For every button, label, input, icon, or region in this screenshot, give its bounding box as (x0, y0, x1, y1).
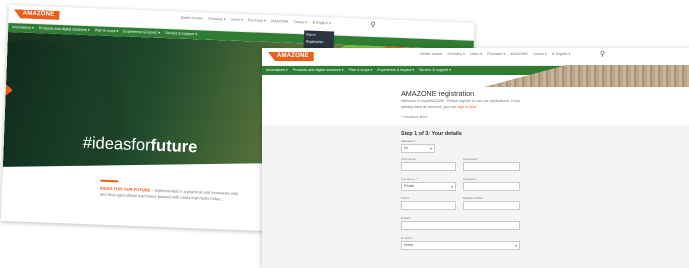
salutation-select[interactable]: Mr. (401, 144, 435, 153)
nav-item-innovations[interactable]: Innovations ▾ (12, 25, 34, 30)
intro-text: Welcome to myAMAZONE. Please register to… (401, 99, 541, 110)
top-link-language[interactable]: ⊕ English ▾ (312, 21, 331, 26)
step-title: Step 1 of 3: Your details (401, 131, 462, 137)
top-link-dealer[interactable]: Dealer locator (420, 52, 442, 56)
first-name-label: First name* (401, 157, 417, 161)
amazone-logo[interactable]: AMAZONE (268, 52, 314, 61)
intro-text-block: IDEAS FOR OUR FUTURE – implemented in a … (100, 179, 239, 203)
top-links: Dealer locator Germany ▾ Users ▾ Purchase ▾… (420, 52, 575, 56)
intro-line-1: Welcome to myAMAZONE. Please register to… (401, 99, 521, 103)
nav-item-plan-crops[interactable]: Plan & crops ▾ (95, 28, 119, 33)
top-link-country[interactable]: Germany ▾ (447, 52, 465, 56)
company-field[interactable] (463, 182, 520, 191)
nav-item-service[interactable]: Service & support ▾ (419, 68, 451, 72)
top-link-career[interactable]: Career ▾ (533, 52, 547, 56)
nav-item-products[interactable]: Products and digital solutions ▾ (39, 26, 90, 32)
search-icon[interactable]: ⚲ (600, 51, 607, 58)
search-icon[interactable]: ⚲ (370, 22, 377, 29)
top-link-users[interactable]: Users ▾ (230, 18, 242, 22)
mandatory-note: * mandatory fields (401, 115, 428, 119)
top-link-dealer[interactable]: Dealer locator (181, 16, 204, 21)
country-label: Country* (401, 236, 413, 240)
hashtag-part-future: future (150, 136, 198, 157)
first-name-field[interactable] (401, 162, 456, 171)
user-type-label: You are a...* (401, 177, 418, 181)
nav-item-products[interactable]: Products and digital solutions ▾ (293, 68, 344, 72)
last-name-field[interactable] (463, 162, 520, 171)
intro-line-2: already have an account, you can (401, 104, 457, 109)
top-link-purchase[interactable]: Purchase ▾ (487, 52, 505, 56)
nav-item-service[interactable]: Service & support ▾ (165, 31, 197, 36)
nav-item-plan-crops[interactable]: Plan & crops ▾ (349, 68, 373, 72)
top-link-language[interactable]: ⊕ English ▾ (552, 52, 571, 56)
dropdown-registration[interactable]: Registration (306, 38, 332, 46)
company-label: Company (463, 177, 476, 181)
email-field[interactable] (401, 221, 520, 230)
nav-item-experience[interactable]: Experience & impact ▾ (377, 68, 414, 72)
top-links: Dealer locator Germany ▾ Users ▾ Purchase ▾… (181, 16, 336, 26)
user-type-select[interactable]: Private (401, 182, 456, 191)
top-link-career[interactable]: Career ▾ (293, 20, 307, 25)
country-select[interactable]: Select (401, 241, 520, 250)
nav-item-experience[interactable]: Experience & impact ▾ (123, 29, 160, 34)
top-link-users[interactable]: Users ▾ (470, 52, 482, 56)
top-link-amazone[interactable]: AMAZONE (510, 52, 528, 56)
mobile-field[interactable] (463, 201, 520, 210)
top-link-amazone[interactable]: AMAZONE (271, 19, 289, 24)
orange-divider (100, 179, 119, 183)
email-label: E-Mail* (401, 216, 411, 220)
top-link-purchase[interactable]: Purchase ▾ (248, 18, 266, 23)
mobile-label: Mobile number (463, 196, 483, 200)
top-bar: AMAZONE Dealer locator Germany ▾ Users ▾ Pu… (262, 48, 689, 66)
sign-in-link[interactable]: sign in here. (457, 105, 477, 109)
registration-window: AMAZONE Dealer locator Germany ▾ Users ▾ Pu… (262, 48, 689, 268)
salutation-label: Salutation* (401, 139, 416, 143)
hashtag-part-for: for (131, 135, 151, 155)
amazone-logo[interactable]: AMAZONE (13, 9, 59, 20)
nav-item-innovations[interactable]: Innovations ▾ (266, 68, 288, 72)
hashtag-part-ideas: #ideas (82, 133, 132, 154)
registration-content: AMAZONE registration Welcome to myAMAZON… (262, 83, 689, 268)
phone-label: Phone (401, 196, 410, 200)
top-link-country[interactable]: Germany ▾ (208, 17, 226, 22)
phone-field[interactable] (401, 201, 456, 210)
last-name-label: Last name* (463, 157, 479, 161)
page-title: AMAZONE registration (401, 89, 475, 98)
